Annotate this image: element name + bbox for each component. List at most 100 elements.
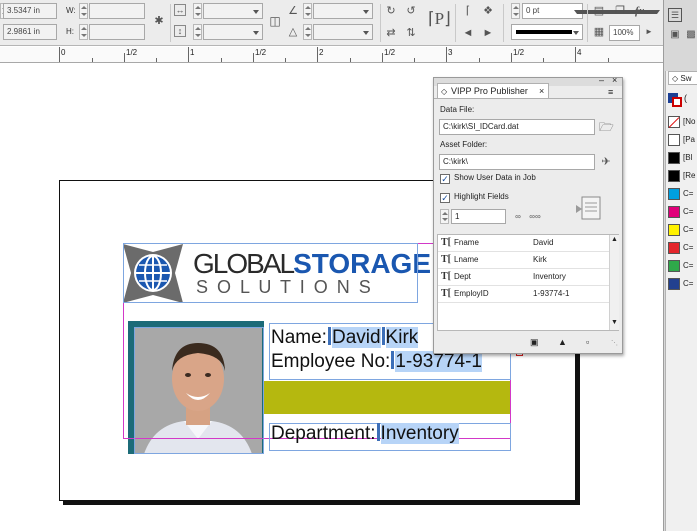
panel-options-icon[interactable]: ≡ [608, 87, 613, 97]
swatch-green[interactable]: C= [668, 259, 697, 275]
name-label: Name: [271, 327, 327, 348]
field-row[interactable]: T[ Fname David [438, 235, 609, 252]
h-spinner[interactable] [79, 24, 88, 40]
stroke-weight-spinner[interactable] [511, 3, 520, 19]
scale-y-icon: ↕ [174, 25, 186, 37]
field-list[interactable]: T[ Fname David T[ Lname Kirk T[ Dept Inv… [437, 234, 619, 331]
show-user-data-checkbox[interactable]: ✓ [440, 174, 450, 184]
tab-close-icon[interactable]: × [539, 84, 544, 99]
logo-frame[interactable] [123, 243, 418, 303]
field-name: Lname [454, 255, 479, 264]
rotate-spinner[interactable] [303, 3, 312, 19]
ruler-label: 2 [319, 48, 324, 57]
swatches-tab[interactable]: ◇ Sw [668, 71, 697, 85]
flask-icon[interactable]: ▲ [558, 337, 567, 347]
first-name-field[interactable]: David [331, 327, 381, 348]
last-name-field[interactable]: Kirk [385, 327, 419, 348]
x-field[interactable]: 3.5347 in [3, 3, 57, 19]
fit-frame-icon[interactable]: ▤ [592, 4, 606, 18]
swatches-tab-label: Sw [680, 74, 692, 83]
fill-stroke-icon[interactable] [668, 93, 682, 107]
field-name: EmployID [454, 289, 489, 298]
y-field[interactable]: 2.9861 in [3, 24, 57, 40]
asset-folder-field[interactable]: C:\kirk\ [439, 154, 595, 170]
panel-menu-icon[interactable]: ☰ [668, 8, 682, 22]
select-next-icon[interactable]: ► [481, 26, 495, 40]
text-field-icon: T[ [441, 254, 451, 265]
department-field[interactable]: Inventory [380, 423, 459, 444]
swatch-yellow[interactable]: C= [668, 223, 697, 239]
shear-angle-icon: △ [288, 26, 298, 38]
workspace-icon[interactable]: ▩ [684, 28, 697, 42]
w-spinner[interactable] [79, 3, 88, 19]
reference-point-icon[interactable]: ✱ [152, 14, 166, 28]
swatch-magenta[interactable]: C= [668, 205, 697, 221]
constrain-proportions-icon[interactable]: ◫ [268, 14, 282, 28]
opacity-arrow-icon[interactable]: ► [642, 25, 656, 39]
width-field[interactable] [89, 3, 145, 19]
photo-frame[interactable] [134, 327, 264, 454]
swatch-red[interactable]: C= [668, 241, 697, 257]
field-row[interactable]: T[ EmployID 1-93774-1 [438, 286, 609, 303]
height-field[interactable] [89, 24, 145, 40]
swatch-blue[interactable]: C= [668, 277, 697, 293]
text-field-icon: T[ [441, 271, 451, 282]
scale-y-field[interactable] [203, 24, 263, 40]
field-value: Inventory [533, 272, 566, 281]
field-row[interactable]: T[ Lname Kirk [438, 252, 609, 269]
rotate-cw-icon[interactable]: ↻ [384, 4, 398, 18]
ruler-label: 1/2 [255, 48, 267, 57]
vipp-pro-publisher-panel[interactable]: – × ◇ VIPP Pro Publisher × ≡ Data File: … [433, 75, 623, 354]
text-field-icon: T[ [441, 237, 451, 248]
highlight-fields-label: Highlight Fields [454, 192, 509, 201]
drop-shadow-icon[interactable]: ❐ [613, 4, 627, 18]
scale-x-field[interactable] [203, 3, 263, 19]
record-number-field[interactable]: 1 [451, 209, 506, 224]
employee-no-field[interactable]: 1-93774-1 [395, 351, 482, 372]
resize-grip-icon[interactable]: ⋱ [611, 339, 618, 347]
delete-icon[interactable]: ▫ [586, 337, 589, 347]
control-bar: 3.5347 in 2.9861 in W: H: ✱ ↔ ↕ ◫ ∠ △ ↻ … [0, 0, 663, 46]
effects-fx-icon[interactable]: fx. [634, 4, 648, 18]
rotate-ccw-icon[interactable]: ↺ [404, 4, 418, 18]
flip-vertical-icon[interactable]: ⇅ [404, 26, 418, 40]
swatch-paper[interactable]: [Pa [668, 133, 697, 149]
select-previous-icon[interactable]: ◄ [461, 26, 475, 40]
stroke-type-dropdown[interactable] [511, 24, 583, 40]
swatch-none-chip [668, 116, 680, 128]
scroll-down-icon[interactable]: ▼ [611, 319, 618, 326]
shear-spinner[interactable] [303, 24, 312, 40]
highlight-fields-checkbox[interactable]: ✓ [440, 193, 450, 203]
browse-folder-icon[interactable]: ✈ [599, 155, 613, 169]
open-folder-icon[interactable]: 🗁 [599, 120, 614, 134]
link-field-icon[interactable]: ∞ [511, 210, 525, 224]
record-spinner[interactable] [440, 209, 449, 224]
field-list-scrollbar[interactable]: ▲ ▼ [609, 235, 619, 330]
ruler-label: 0 [61, 48, 66, 57]
swatch-black[interactable]: [Bl [668, 151, 697, 167]
close-panel-icon[interactable]: × [612, 75, 617, 85]
window-icon[interactable]: ▣ [668, 28, 682, 42]
rotate-field[interactable] [313, 3, 373, 19]
collapse-panel-icon[interactable]: – [599, 75, 604, 85]
select-container-icon[interactable]: ⌈ [461, 4, 475, 18]
horizontal-ruler[interactable]: 0 1/2 1 1/2 2 1/2 3 1/2 4 [0, 47, 663, 63]
field-row[interactable]: T[ Dept Inventory [438, 269, 609, 286]
link-all-icon[interactable]: ∞∞ [528, 210, 542, 224]
scroll-up-icon[interactable]: ▲ [611, 236, 618, 243]
swatch-registration[interactable]: [Re [668, 169, 697, 185]
data-file-field[interactable]: C:\kirk\SI_IDCard.dat [439, 119, 595, 135]
scale-x-spinner[interactable] [193, 3, 202, 19]
swatch-none[interactable]: [No [668, 115, 697, 131]
vipp-tab[interactable]: ◇ VIPP Pro Publisher × [437, 83, 549, 99]
opacity-field[interactable]: 100% [609, 25, 640, 41]
ruler-label: 1 [190, 48, 195, 57]
scale-y-spinner[interactable] [193, 24, 202, 40]
shear-field[interactable] [313, 24, 373, 40]
swatch-cyan[interactable]: C= [668, 187, 697, 203]
swatches-panel: ◇ Sw ( [No [Pa [Bl [Re C= C= C= C= C= C= [665, 71, 697, 531]
flip-horizontal-icon[interactable]: ⇄ [384, 26, 398, 40]
document-page-icon[interactable] [576, 195, 604, 223]
new-field-icon[interactable]: ▣ [530, 337, 539, 348]
select-content-icon[interactable]: ❖ [481, 4, 495, 18]
